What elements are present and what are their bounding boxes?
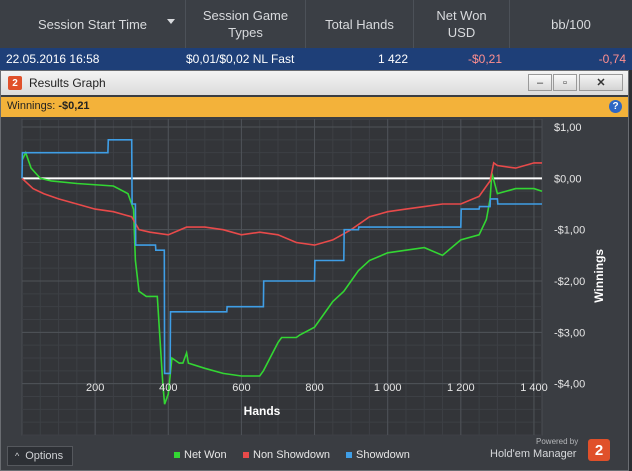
- y-tick-label: $1,00: [554, 122, 582, 134]
- legend-showdown[interactable]: Showdown: [346, 449, 410, 461]
- legend-swatch-net-won: [174, 452, 180, 458]
- y-tick-label: $0,00: [554, 173, 582, 185]
- col-net-won-usd-label: Net Won USD: [436, 8, 487, 40]
- col-session-game-types[interactable]: Session Game Types: [186, 0, 306, 48]
- x-tick-label: 400: [159, 382, 177, 394]
- col-total-hands-label: Total Hands: [325, 16, 394, 32]
- help-icon[interactable]: ?: [609, 100, 622, 113]
- triangle-down-icon[interactable]: [167, 19, 175, 24]
- legend-net-won[interactable]: Net Won: [174, 449, 227, 461]
- col-net-won-usd[interactable]: Net Won USD: [414, 0, 510, 48]
- close-button[interactable]: ✕: [579, 74, 623, 91]
- x-tick-label: 1 400: [520, 382, 548, 394]
- minimize-icon: –: [536, 76, 544, 89]
- hm2-logo-icon: 2: [8, 76, 22, 90]
- powered-by-text: Powered by: [536, 437, 579, 446]
- cell-net-won: -$0,21: [467, 52, 502, 66]
- y-tick-label: -$3,00: [554, 327, 585, 339]
- col-session-game-types-label: Session Game Types: [202, 8, 289, 40]
- col-bb100[interactable]: bb/100: [510, 0, 632, 48]
- options-label: Options: [25, 450, 64, 462]
- results-table-header: Session Start Time Session Game Types To…: [0, 0, 632, 48]
- window-title-bar[interactable]: 2 Results Graph – ▫ ✕: [1, 71, 628, 95]
- legend-label-non-showdown: Non Showdown: [253, 449, 331, 461]
- restore-button[interactable]: ▫: [553, 74, 577, 91]
- y-axis-label: Winnings: [592, 249, 606, 303]
- legend-non-showdown[interactable]: Non Showdown: [243, 449, 330, 461]
- y-tick-label: -$2,00: [554, 276, 585, 288]
- winnings-label: Winnings:: [7, 100, 56, 112]
- y-tick-label: -$1,00: [554, 225, 585, 237]
- brand-name: Hold'em Manager: [490, 448, 577, 460]
- close-icon: ✕: [596, 77, 606, 89]
- legend-label-showdown: Showdown: [356, 449, 410, 461]
- hm2-brand-icon: 2: [588, 439, 610, 461]
- legend-label-net-won: Net Won: [184, 449, 227, 461]
- cell-start-time: 22.05.2016 16:58: [6, 52, 100, 66]
- minimize-button[interactable]: –: [528, 74, 552, 91]
- results-graph-window: 2 Results Graph – ▫ ✕ Winnings: -$0,21 ?…: [0, 70, 629, 471]
- window-title: Results Graph: [29, 76, 106, 90]
- cell-game-type: $0,01/$0,02 NL Fast: [186, 52, 295, 66]
- y-tick-label: -$4,00: [554, 379, 585, 391]
- x-tick-label: 800: [305, 382, 323, 394]
- results-chart: $1,00 $0,00 -$1,00 -$2,00 -$3,00 -$4,00 200 400…: [21, 119, 606, 436]
- col-total-hands[interactable]: Total Hands: [306, 0, 414, 48]
- cell-bb100: -0,74: [598, 52, 626, 66]
- winnings-value: -$0,21: [58, 100, 90, 112]
- winnings-text: Winnings: -$0,21: [7, 100, 90, 112]
- col-bb100-label: bb/100: [551, 16, 591, 32]
- x-axis-label: Hands: [244, 404, 281, 418]
- x-tick-label: 200: [86, 382, 104, 394]
- table-row[interactable]: 22.05.2016 16:58 $0,01/$0,02 NL Fast 1 4…: [0, 48, 632, 70]
- chevron-up-icon: ^: [15, 451, 20, 461]
- x-tick-label: 1 000: [374, 382, 402, 394]
- cell-total-hands: 1 422: [377, 52, 408, 66]
- col-session-start-time[interactable]: Session Start Time: [0, 0, 186, 48]
- col-session-start-time-label: Session Start Time: [37, 16, 148, 32]
- options-button[interactable]: ^ Options: [7, 446, 73, 466]
- winnings-bar: Winnings: -$0,21 ?: [1, 97, 628, 117]
- x-tick-label: 1 200: [447, 382, 475, 394]
- legend-swatch-non-showdown: [243, 452, 249, 458]
- x-tick-label: 600: [232, 382, 250, 394]
- restore-icon: ▫: [563, 76, 567, 89]
- legend-swatch-showdown: [346, 452, 352, 458]
